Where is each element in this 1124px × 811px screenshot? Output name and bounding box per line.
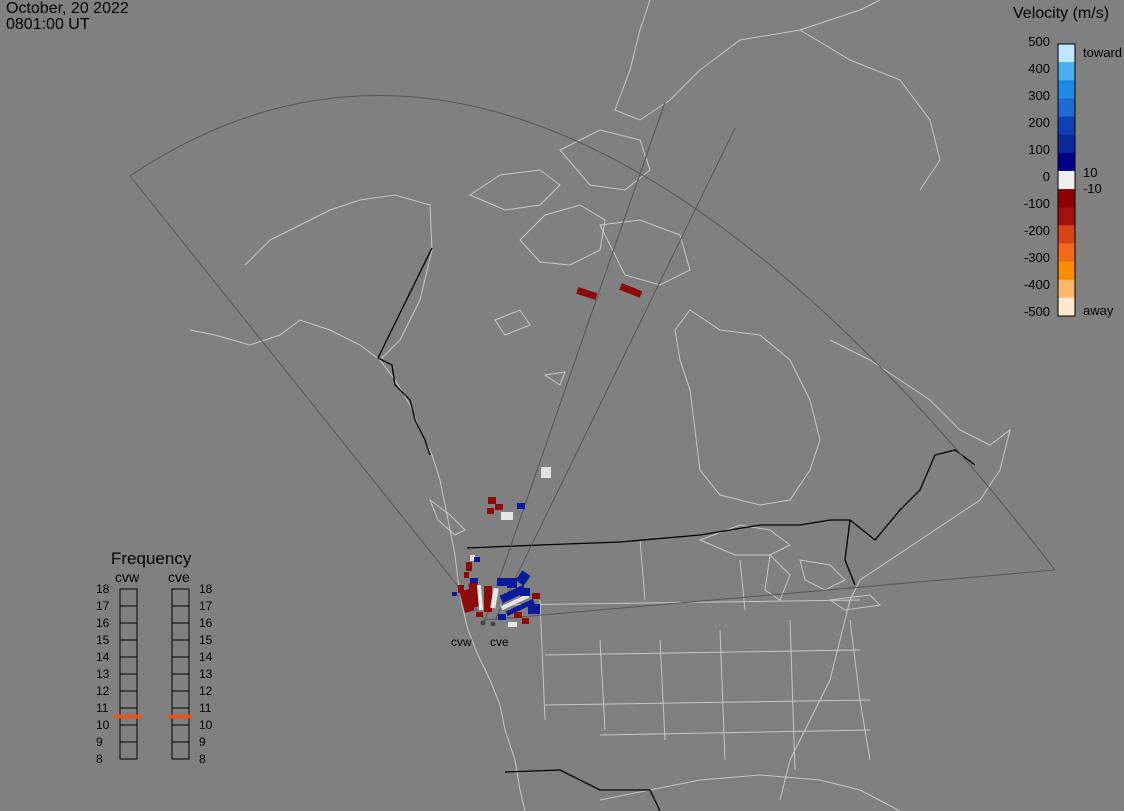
tick-inner-neg: -10 bbox=[1083, 181, 1102, 196]
radar-site-cvw bbox=[480, 620, 486, 626]
frequency-level-label: 15 bbox=[96, 633, 110, 647]
frequency-title: Frequency bbox=[111, 549, 192, 568]
radar-scatter bbox=[452, 283, 643, 627]
frequency-level-label: 14 bbox=[199, 650, 213, 664]
frequency-indicator-cve bbox=[168, 714, 192, 719]
frequency-level-label: 10 bbox=[199, 718, 213, 732]
frequency-level-label: 17 bbox=[199, 599, 213, 613]
velocity-tick-label: -200 bbox=[1023, 223, 1050, 238]
frequency-radar-cvw: cvw bbox=[115, 569, 140, 585]
velocity-tick-label: -300 bbox=[1023, 250, 1050, 265]
country-borders bbox=[377, 247, 976, 811]
velocity-tick-label: 500 bbox=[1028, 34, 1050, 49]
frequency-indicator-cvw bbox=[114, 714, 142, 719]
colorbar-segment bbox=[1058, 116, 1075, 136]
velocity-tick-label: 300 bbox=[1028, 88, 1050, 103]
colorbar-segment bbox=[1058, 98, 1075, 118]
colorbar-segment bbox=[1058, 44, 1075, 63]
velocity-scale-title: Velocity (m/s) bbox=[1013, 5, 1110, 22]
colorbar-segment bbox=[1058, 134, 1075, 154]
frequency-level-label: 10 bbox=[96, 718, 110, 732]
frequency-level-label: 8 bbox=[96, 752, 103, 766]
colorbar-segment bbox=[1058, 297, 1075, 317]
colorbar-segment bbox=[1058, 62, 1075, 81]
frequency-level-label: 15 bbox=[199, 633, 213, 647]
frequency-level-label: 16 bbox=[96, 616, 110, 630]
velocity-tick-label: -500 bbox=[1023, 304, 1050, 319]
frequency-level-label: 11 bbox=[96, 701, 109, 715]
frequency-level-label: 18 bbox=[199, 582, 213, 596]
frequency-level-label: 13 bbox=[96, 667, 110, 681]
frequency-level-label: 11 bbox=[199, 701, 212, 715]
frequency-level-label: 18 bbox=[96, 582, 110, 596]
colorbar-segment bbox=[1058, 207, 1075, 226]
velocity-tick-label: -100 bbox=[1023, 196, 1050, 211]
frequency-level-label: 9 bbox=[199, 735, 206, 749]
velocity-tick-label: 200 bbox=[1028, 115, 1050, 130]
frequency-level-label: 13 bbox=[199, 667, 213, 681]
fields-of-view bbox=[129, 95, 1056, 621]
velocity-tick-label: 0 bbox=[1042, 169, 1050, 184]
frequency-level-label: 17 bbox=[96, 599, 110, 613]
colorbar-segment bbox=[1058, 225, 1075, 244]
frequency-radar-cve: cve bbox=[168, 569, 190, 585]
velocity-tick-label: -400 bbox=[1023, 277, 1050, 292]
frequency-panel-boxes bbox=[114, 588, 192, 760]
colorbar-segment bbox=[1058, 189, 1075, 208]
radar-label-cve: cve bbox=[490, 635, 509, 649]
colorbar-segment bbox=[1058, 261, 1075, 281]
colorbar-segment bbox=[1058, 80, 1075, 99]
frequency-level-label: 12 bbox=[96, 684, 110, 698]
frequency-level-label: 16 bbox=[199, 616, 213, 630]
away-label: away bbox=[1083, 303, 1114, 318]
velocity-tick-label: 100 bbox=[1028, 142, 1050, 157]
colorbar-segment bbox=[1058, 152, 1075, 172]
colorbar-segment bbox=[1058, 279, 1075, 299]
colorbar-segment bbox=[1058, 170, 1075, 190]
frequency-level-label: 8 bbox=[199, 752, 206, 766]
toward-label: toward bbox=[1083, 45, 1123, 60]
radar-site-cve bbox=[490, 621, 496, 627]
tick-inner-pos: 10 bbox=[1083, 165, 1098, 180]
colorbar-segment bbox=[1058, 243, 1075, 263]
frequency-level-label: 14 bbox=[96, 650, 110, 664]
frequency-level-label: 12 bbox=[199, 684, 213, 698]
radar-label-cvw: cvw bbox=[451, 635, 472, 649]
velocity-tick-label: 400 bbox=[1028, 61, 1050, 76]
frequency-level-label: 9 bbox=[96, 735, 103, 749]
map-canvas bbox=[114, 0, 1076, 811]
velocity-colorbar bbox=[1057, 43, 1076, 317]
time-label: 0801:00 UT bbox=[6, 16, 90, 33]
frequency-grid bbox=[120, 605, 189, 743]
